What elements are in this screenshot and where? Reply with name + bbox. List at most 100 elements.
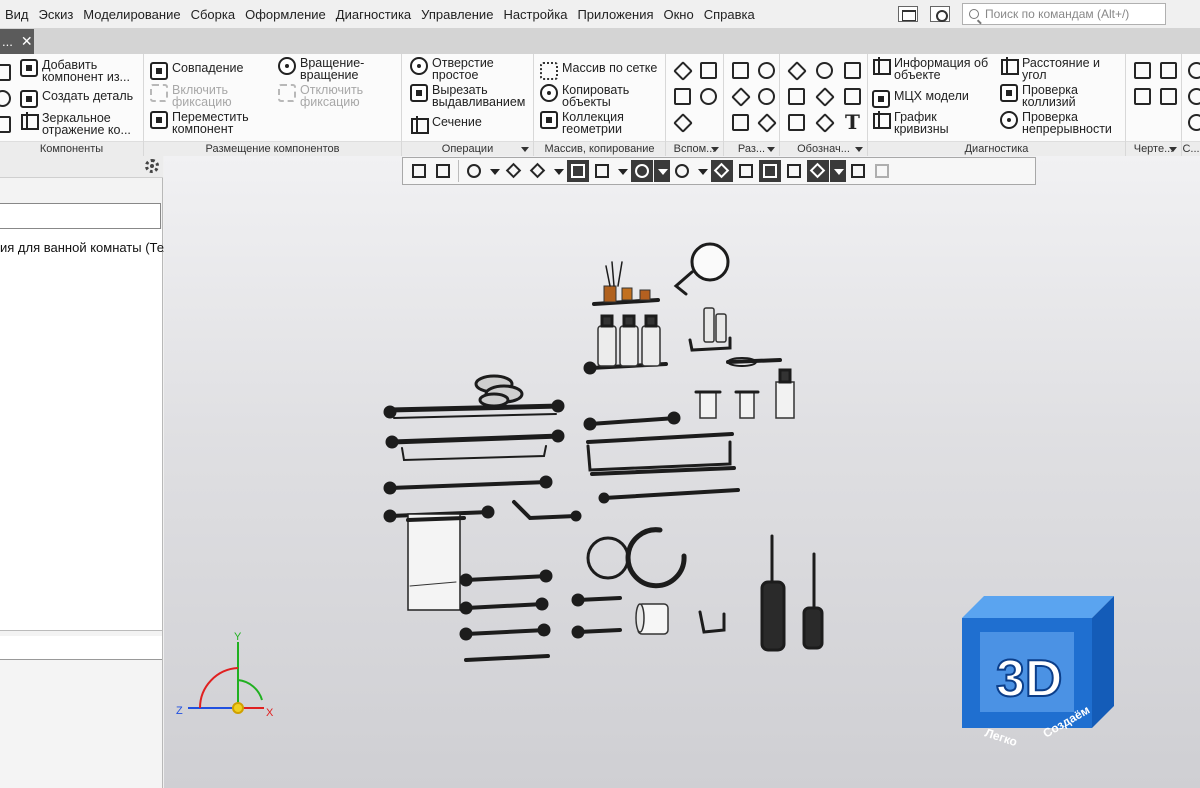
linear-size-icon[interactable] bbox=[730, 60, 749, 79]
collision-check-button[interactable]: Проверка коллизий bbox=[1000, 84, 1092, 108]
diameter-size-icon[interactable] bbox=[756, 86, 775, 105]
simple-hole-button[interactable]: Отверстие простое bbox=[410, 57, 512, 81]
rotate-icon bbox=[278, 57, 296, 75]
tree-secondary-area bbox=[0, 636, 162, 660]
group-caption: Компоненты bbox=[0, 141, 143, 156]
towel-hook-model bbox=[512, 500, 578, 521]
add-component-icon bbox=[20, 59, 38, 77]
move-component-button[interactable]: Переместить компонент bbox=[150, 111, 252, 135]
enable-fix-button[interactable]: Включить фиксацию bbox=[150, 84, 242, 108]
menu-item-diagnostics[interactable]: Диагностика bbox=[331, 7, 416, 22]
radial-size-icon[interactable] bbox=[756, 60, 775, 79]
aux-point-icon[interactable] bbox=[672, 86, 691, 105]
create-part-button[interactable]: Создать деталь bbox=[20, 90, 133, 108]
screenshot-icon[interactable] bbox=[930, 6, 950, 22]
menu-item-help[interactable]: Справка bbox=[699, 7, 760, 22]
group-sizes: Раз... bbox=[724, 54, 780, 156]
disable-fix-button[interactable]: Отключить фиксацию bbox=[278, 84, 370, 108]
add-component-button[interactable]: Добавить компонент из... bbox=[20, 59, 142, 83]
axis-z-label: Z bbox=[176, 705, 183, 717]
drawing-icon[interactable] bbox=[1158, 60, 1177, 79]
close-icon[interactable]: ✕ bbox=[21, 33, 33, 50]
move-icon bbox=[150, 111, 168, 129]
object-info-button[interactable]: Информация об объекте bbox=[872, 57, 998, 81]
cut-off-icon[interactable] bbox=[1186, 60, 1200, 79]
aux-line-icon[interactable] bbox=[672, 112, 690, 130]
notation-icon[interactable] bbox=[786, 60, 804, 78]
menu-item-view[interactable]: Вид bbox=[0, 7, 34, 22]
geometry-collection-button[interactable]: Коллекция геометрии bbox=[540, 111, 642, 135]
cut-off-icon[interactable] bbox=[1186, 86, 1200, 105]
mirror-icon bbox=[20, 112, 39, 130]
menu-item-management[interactable]: Управление bbox=[416, 7, 498, 22]
soap-dispenser-shelf-model bbox=[583, 314, 668, 375]
menu-item-applications[interactable]: Приложения bbox=[572, 7, 658, 22]
size-icon[interactable] bbox=[730, 112, 749, 131]
group-diagnostics: Информация об объекте МЦХ модели График … bbox=[868, 54, 1126, 156]
window-layout-icon[interactable] bbox=[898, 6, 918, 22]
notation-icon[interactable] bbox=[786, 86, 805, 105]
drawing-icon[interactable] bbox=[1158, 86, 1177, 105]
panel-bottom bbox=[0, 660, 162, 788]
logo-left-text: Легко bbox=[983, 726, 1019, 748]
group-caption: Обознач... bbox=[780, 141, 867, 156]
tree-filter-input[interactable] bbox=[0, 203, 161, 229]
coincidence-button[interactable]: Совпадение bbox=[150, 62, 243, 80]
menu-item-sketch[interactable]: Эскиз bbox=[34, 7, 79, 22]
panel-header bbox=[0, 156, 163, 178]
continuity-check-icon bbox=[1000, 111, 1018, 129]
copy-objects-button[interactable]: Копировать объекты bbox=[540, 84, 642, 108]
mass-properties-button[interactable]: МЦХ модели bbox=[872, 90, 969, 108]
roughness-icon[interactable] bbox=[842, 60, 861, 79]
menu-item-assembly[interactable]: Сборка bbox=[186, 7, 241, 22]
chevron-down-icon[interactable] bbox=[767, 147, 775, 152]
drawing-icon[interactable] bbox=[1132, 86, 1151, 105]
menu-item-settings[interactable]: Настройка bbox=[498, 7, 572, 22]
towel-ring-model bbox=[586, 536, 630, 580]
group-caption: С... bbox=[1182, 141, 1200, 156]
towel-shelf-lower-model bbox=[385, 429, 565, 462]
notation-icon[interactable] bbox=[814, 60, 833, 79]
notation-icon[interactable] bbox=[786, 112, 805, 131]
chevron-down-icon[interactable] bbox=[855, 147, 863, 152]
section-button[interactable]: Сечение bbox=[410, 116, 482, 134]
3d-viewport[interactable]: Y X Z 3D Легко Создаём bbox=[164, 156, 1200, 788]
distance-angle-button[interactable]: Расстояние и угол bbox=[1000, 57, 1108, 81]
continuity-check-button[interactable]: Проверка непрерывности bbox=[1000, 111, 1122, 135]
text-icon[interactable] bbox=[842, 110, 860, 134]
chevron-down-icon[interactable] bbox=[711, 147, 719, 152]
group-caption: Вспом... bbox=[666, 141, 723, 156]
create-part-icon bbox=[20, 90, 38, 108]
curvature-graph-button[interactable]: График кривизны bbox=[872, 111, 964, 135]
group-caption: Размещение компонентов bbox=[144, 141, 401, 156]
notation-icon[interactable] bbox=[814, 112, 832, 130]
aux-cs-icon[interactable] bbox=[698, 86, 717, 105]
mirror-component-button[interactable]: Зеркальное отражение ко... bbox=[20, 112, 142, 136]
cut-off-icon[interactable] bbox=[1186, 112, 1200, 131]
rotate-rotate-button[interactable]: Вращение-вращение bbox=[278, 57, 370, 81]
menu-item-design[interactable]: Оформление bbox=[240, 7, 331, 22]
fix-icon bbox=[150, 84, 168, 102]
document-tab[interactable]: ... ✕ bbox=[0, 29, 34, 54]
aux-axis-icon[interactable] bbox=[698, 60, 717, 79]
gear-icon[interactable] bbox=[145, 159, 159, 173]
chevron-down-icon[interactable] bbox=[521, 147, 529, 152]
model-tree: ия для ванной комнаты (Тел bbox=[0, 229, 171, 631]
chevron-down-icon[interactable] bbox=[1169, 147, 1177, 152]
drawing-icon[interactable] bbox=[1132, 60, 1151, 79]
collision-check-icon bbox=[1000, 84, 1018, 102]
menu-item-window[interactable]: Окно bbox=[659, 7, 699, 22]
tree-root-item[interactable]: ия для ванной комнаты (Тел bbox=[0, 240, 171, 255]
notation-icon[interactable] bbox=[842, 86, 861, 105]
group-caption: Раз... bbox=[724, 141, 779, 156]
command-search-input[interactable]: Поиск по командам (Alt+/) bbox=[962, 3, 1166, 25]
extrude-cut-button[interactable]: Вырезать выдавливанием bbox=[410, 84, 532, 108]
angle-size-icon[interactable] bbox=[730, 86, 748, 104]
size-icon[interactable] bbox=[756, 112, 774, 130]
curvature-graph-icon bbox=[872, 111, 891, 129]
document-tab-label: ... bbox=[2, 34, 13, 49]
aux-plane-icon[interactable] bbox=[672, 60, 690, 78]
menu-item-modeling[interactable]: Моделирование bbox=[78, 7, 185, 22]
grid-array-button[interactable]: Массив по сетке bbox=[540, 62, 657, 80]
notation-icon[interactable] bbox=[814, 86, 832, 104]
